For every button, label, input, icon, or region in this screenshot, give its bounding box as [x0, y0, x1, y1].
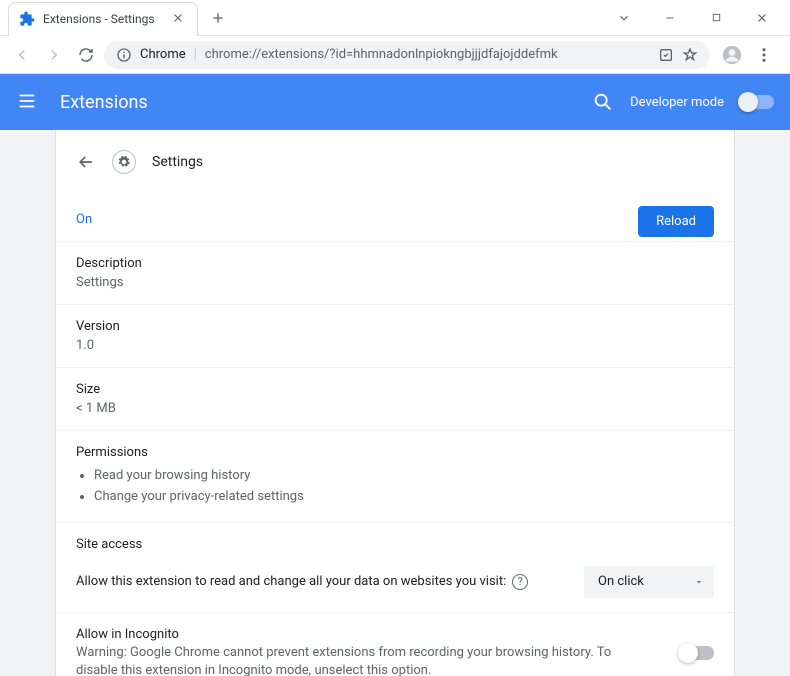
incognito-toggle[interactable]	[680, 646, 714, 660]
window-titlebar: Extensions - Settings	[0, 0, 790, 36]
window-controls	[610, 4, 790, 32]
status-section: On Reload	[56, 194, 734, 242]
permissions-section: Permissions Read your browsing history C…	[56, 431, 734, 523]
maximize-button[interactable]	[702, 4, 730, 32]
on-status[interactable]: On	[76, 212, 92, 227]
extension-detail-card: Settings On Reload Description Settings …	[55, 130, 735, 676]
help-icon[interactable]: ?	[512, 574, 528, 590]
puzzle-icon	[19, 11, 35, 27]
minimize-button[interactable]	[656, 4, 684, 32]
url-text: chrome://extensions/?id=hhmnadonlnpiokng…	[205, 47, 650, 62]
permission-item: Read your browsing history	[94, 466, 714, 487]
menu-icon[interactable]	[752, 43, 776, 67]
size-section: Size < 1 MB	[56, 368, 734, 431]
back-arrow-icon[interactable]	[76, 152, 96, 172]
description-label: Description	[76, 256, 714, 271]
new-tab-button[interactable]	[204, 4, 232, 32]
url-prefix: Chrome	[140, 47, 186, 62]
site-access-section: Site access Allow this extension to read…	[56, 523, 734, 613]
dropdown-value: On click	[598, 574, 644, 589]
close-icon[interactable]	[171, 11, 187, 27]
version-section: Version 1.0	[56, 305, 734, 368]
description-value: Settings	[76, 275, 714, 290]
incognito-section: Allow in Incognito Warning: Google Chrom…	[56, 613, 734, 676]
dev-mode-toggle[interactable]	[740, 95, 774, 109]
chevron-down-icon	[694, 577, 704, 587]
site-access-label: Site access	[76, 537, 714, 552]
reload-button[interactable]	[72, 41, 100, 69]
content-scroll[interactable]: Settings On Reload Description Settings …	[0, 130, 790, 676]
permissions-label: Permissions	[76, 445, 714, 460]
tab-title: Extensions - Settings	[43, 12, 165, 26]
site-access-dropdown[interactable]: On click	[584, 566, 714, 598]
extensions-header: Extensions Developer mode	[0, 74, 790, 130]
chevron-down-icon[interactable]	[610, 4, 638, 32]
browser-toolbar: Chrome | chrome://extensions/?id=hhmnado…	[0, 36, 790, 74]
incognito-warning: Warning: Google Chrome cannot prevent ex…	[76, 644, 680, 676]
forward-button[interactable]	[40, 41, 68, 69]
incognito-label: Allow in Incognito	[76, 627, 680, 642]
back-button[interactable]	[8, 41, 36, 69]
gear-icon	[112, 150, 136, 174]
permission-item: Change your privacy-related settings	[94, 487, 714, 508]
description-section: Description Settings	[56, 242, 734, 305]
reload-extension-button[interactable]: Reload	[638, 206, 714, 237]
bookmark-icon[interactable]	[682, 47, 698, 63]
search-icon[interactable]	[592, 91, 614, 113]
version-label: Version	[76, 319, 714, 334]
permissions-list: Read your browsing history Change your p…	[76, 466, 714, 508]
address-bar[interactable]: Chrome | chrome://extensions/?id=hhmnado…	[104, 41, 710, 69]
profile-icon[interactable]	[720, 43, 744, 67]
site-info-icon[interactable]	[116, 47, 132, 63]
page-title: Settings	[152, 154, 203, 170]
dev-mode-label: Developer mode	[630, 95, 724, 110]
share-icon[interactable]	[658, 47, 674, 63]
close-window-button[interactable]	[748, 4, 776, 32]
hamburger-icon[interactable]	[16, 90, 40, 114]
page-header: Settings	[56, 130, 734, 194]
browser-tab[interactable]: Extensions - Settings	[8, 2, 198, 36]
size-label: Size	[76, 382, 714, 397]
size-value: < 1 MB	[76, 401, 714, 416]
app-title: Extensions	[60, 92, 148, 113]
version-value: 1.0	[76, 338, 714, 353]
site-access-text: Allow this extension to read and change …	[76, 574, 506, 589]
